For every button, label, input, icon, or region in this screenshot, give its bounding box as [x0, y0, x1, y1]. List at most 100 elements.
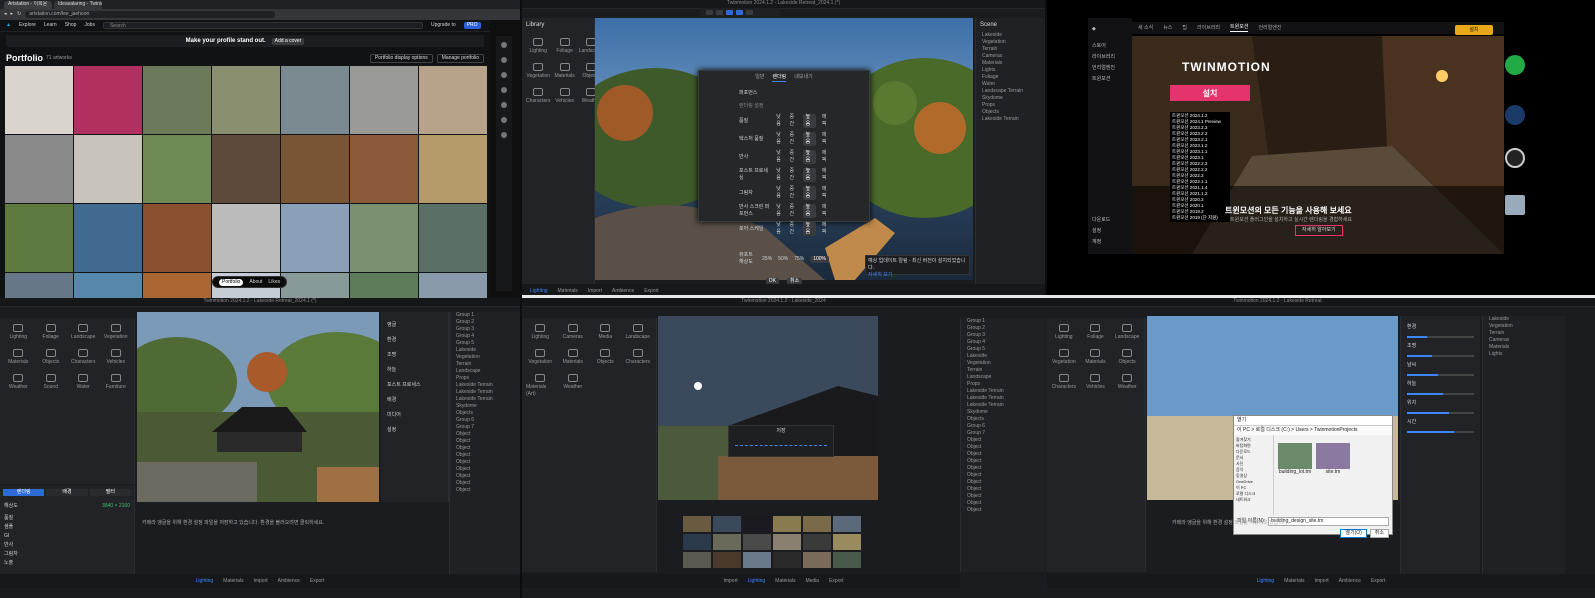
dialog-tab-export[interactable]: 내보내기	[794, 74, 812, 82]
launcher-nav-item[interactable]: 트윈모션	[1230, 24, 1249, 32]
dock-import[interactable]: Import	[588, 288, 602, 295]
side-menu-item[interactable]: 설정	[381, 423, 448, 438]
quality-option[interactable]: 낮음	[776, 186, 783, 200]
scene-item[interactable]: Object	[961, 486, 1045, 493]
dock-media[interactable]: Media	[805, 578, 819, 585]
scene-item[interactable]: Terrain	[1483, 330, 1565, 337]
quality-option[interactable]: 낮음	[776, 114, 783, 128]
artwork-thumbnail[interactable]	[419, 204, 487, 272]
quality-option[interactable]: 낮음	[776, 132, 783, 146]
library-item[interactable]: Characters	[624, 349, 653, 366]
forward-icon[interactable]: ▸	[11, 11, 14, 18]
scene-item[interactable]: Lakeside	[961, 353, 1045, 360]
property-section-label[interactable]: 날씨	[1401, 360, 1480, 371]
scene-item[interactable]: Lakeside Terrain	[450, 396, 520, 403]
artwork-thumbnail[interactable]	[419, 273, 487, 298]
scene-item[interactable]: Skydome	[976, 95, 1045, 102]
artwork-thumbnail[interactable]	[143, 135, 211, 203]
quality-option[interactable]: 낮음	[776, 222, 783, 236]
library-item[interactable]: Vehicles	[554, 88, 574, 105]
property-slider[interactable]	[1407, 431, 1474, 433]
library-item[interactable]: Objects	[37, 349, 66, 366]
panel-tab[interactable]: 필터	[89, 489, 131, 496]
version-option[interactable]: 트윈모션 2019 (단 지원)	[1172, 215, 1228, 221]
scene-item[interactable]: Object	[961, 479, 1045, 486]
library-item[interactable]: Weather	[1113, 374, 1141, 391]
scene-item[interactable]: Group 3	[450, 326, 520, 333]
manage-portfolio-button[interactable]: Manage portfolio	[436, 53, 484, 63]
property-section-label[interactable]: 환경	[1401, 322, 1480, 333]
browser-tab[interactable]: Artstation - 이희윤	[4, 1, 52, 9]
launcher-side-item[interactable]: 설정	[1088, 226, 1114, 237]
scene-item[interactable]: Object	[961, 437, 1045, 444]
scene-item[interactable]: Terrain	[450, 361, 520, 368]
quality-option[interactable]: 에픽	[822, 150, 829, 164]
quality-option[interactable]: 낮음	[776, 168, 783, 182]
media-thumbnail[interactable]	[713, 516, 741, 532]
nav-jobs[interactable]: Jobs	[84, 22, 95, 29]
launcher-nav-item[interactable]: 라이브러리	[1197, 25, 1220, 32]
upgrade-link[interactable]: Upgrade to	[431, 22, 456, 29]
library-item[interactable]: Weather	[559, 374, 588, 398]
scene-item[interactable]: Object	[450, 466, 520, 473]
scene-item[interactable]: Lakeside	[976, 32, 1045, 39]
quality-option[interactable]: 높음	[802, 150, 816, 164]
scene-item[interactable]: Group 2	[450, 319, 520, 326]
artwork-thumbnail[interactable]	[212, 66, 280, 134]
library-item[interactable]: Landscape	[624, 324, 653, 341]
pro-badge[interactable]: PRO	[463, 22, 481, 29]
scene-item[interactable]: Object	[450, 438, 520, 445]
library-item[interactable]: Characters	[69, 349, 98, 366]
media-thumbnail[interactable]	[743, 552, 771, 568]
scene-item[interactable]: Object	[450, 459, 520, 466]
artwork-thumbnail[interactable]	[281, 66, 349, 134]
artwork-thumbnail[interactable]	[143, 204, 211, 272]
library-item[interactable]: Vegetation	[526, 349, 555, 366]
artwork-thumbnail[interactable]	[212, 135, 280, 203]
library-item[interactable]: Lighting	[1050, 324, 1078, 341]
folder-item[interactable]: 네트워크	[1236, 497, 1271, 503]
dock-export[interactable]: Export	[829, 578, 843, 585]
dock-lighting[interactable]: Lighting	[748, 578, 766, 585]
quality-option[interactable]: 높음	[802, 132, 816, 146]
folder-icon[interactable]	[501, 117, 507, 123]
artwork-thumbnail[interactable]	[5, 273, 73, 298]
display-options-button[interactable]: Portfolio display options	[369, 53, 433, 63]
quality-option[interactable]: 높음	[802, 114, 816, 128]
scene-item[interactable]: Object	[961, 444, 1045, 451]
library-item[interactable]: Materials	[559, 349, 588, 366]
quality-option[interactable]: 중간	[789, 222, 796, 236]
quality-option[interactable]: 중간	[789, 204, 796, 218]
media-thumbnail[interactable]	[773, 516, 801, 532]
browser-tab[interactable]: Ideasalaring - TwinMo...	[54, 1, 102, 9]
chat-icon[interactable]	[501, 87, 507, 93]
learn-more-button[interactable]: 자세히 알아보기	[1295, 225, 1343, 236]
side-menu-item[interactable]: 환경	[381, 333, 448, 348]
share-icon[interactable]	[501, 72, 507, 78]
move-tool[interactable]	[716, 10, 723, 15]
library-item[interactable]: Media	[591, 324, 620, 341]
quality-option[interactable]: 높음	[802, 186, 816, 200]
scene-item[interactable]: Vegetation	[1483, 323, 1565, 330]
scene-item[interactable]: Vegetation	[961, 360, 1045, 367]
viewport-house[interactable]	[137, 312, 379, 502]
quality-option[interactable]: 중간	[789, 114, 796, 128]
quality-option[interactable]: 높음	[802, 204, 816, 218]
viewport-night-house[interactable]	[658, 316, 878, 500]
property-section-label[interactable]: 하늘	[1401, 379, 1480, 390]
quality-option[interactable]: 낮음	[776, 150, 783, 164]
quality-option[interactable]: 에픽	[822, 204, 829, 218]
pen-icon[interactable]	[501, 57, 507, 63]
artwork-thumbnail[interactable]	[281, 273, 349, 298]
dialog-tab-render[interactable]: 렌더링	[772, 74, 787, 82]
scale-25[interactable]: 25%	[762, 256, 772, 263]
scene-item[interactable]: Objects	[961, 416, 1045, 423]
scene-item[interactable]: Object	[961, 472, 1045, 479]
property-section-label[interactable]: 위치	[1401, 398, 1480, 409]
file-item[interactable]: site.tm	[1316, 443, 1350, 476]
property-slider[interactable]	[1407, 412, 1474, 414]
side-menu-item[interactable]: 포스트 프로세스	[381, 378, 448, 393]
side-menu-item[interactable]: 배경	[381, 393, 448, 408]
scene-item[interactable]: Group 1	[450, 312, 520, 319]
quality-option[interactable]: 높음	[802, 222, 816, 236]
